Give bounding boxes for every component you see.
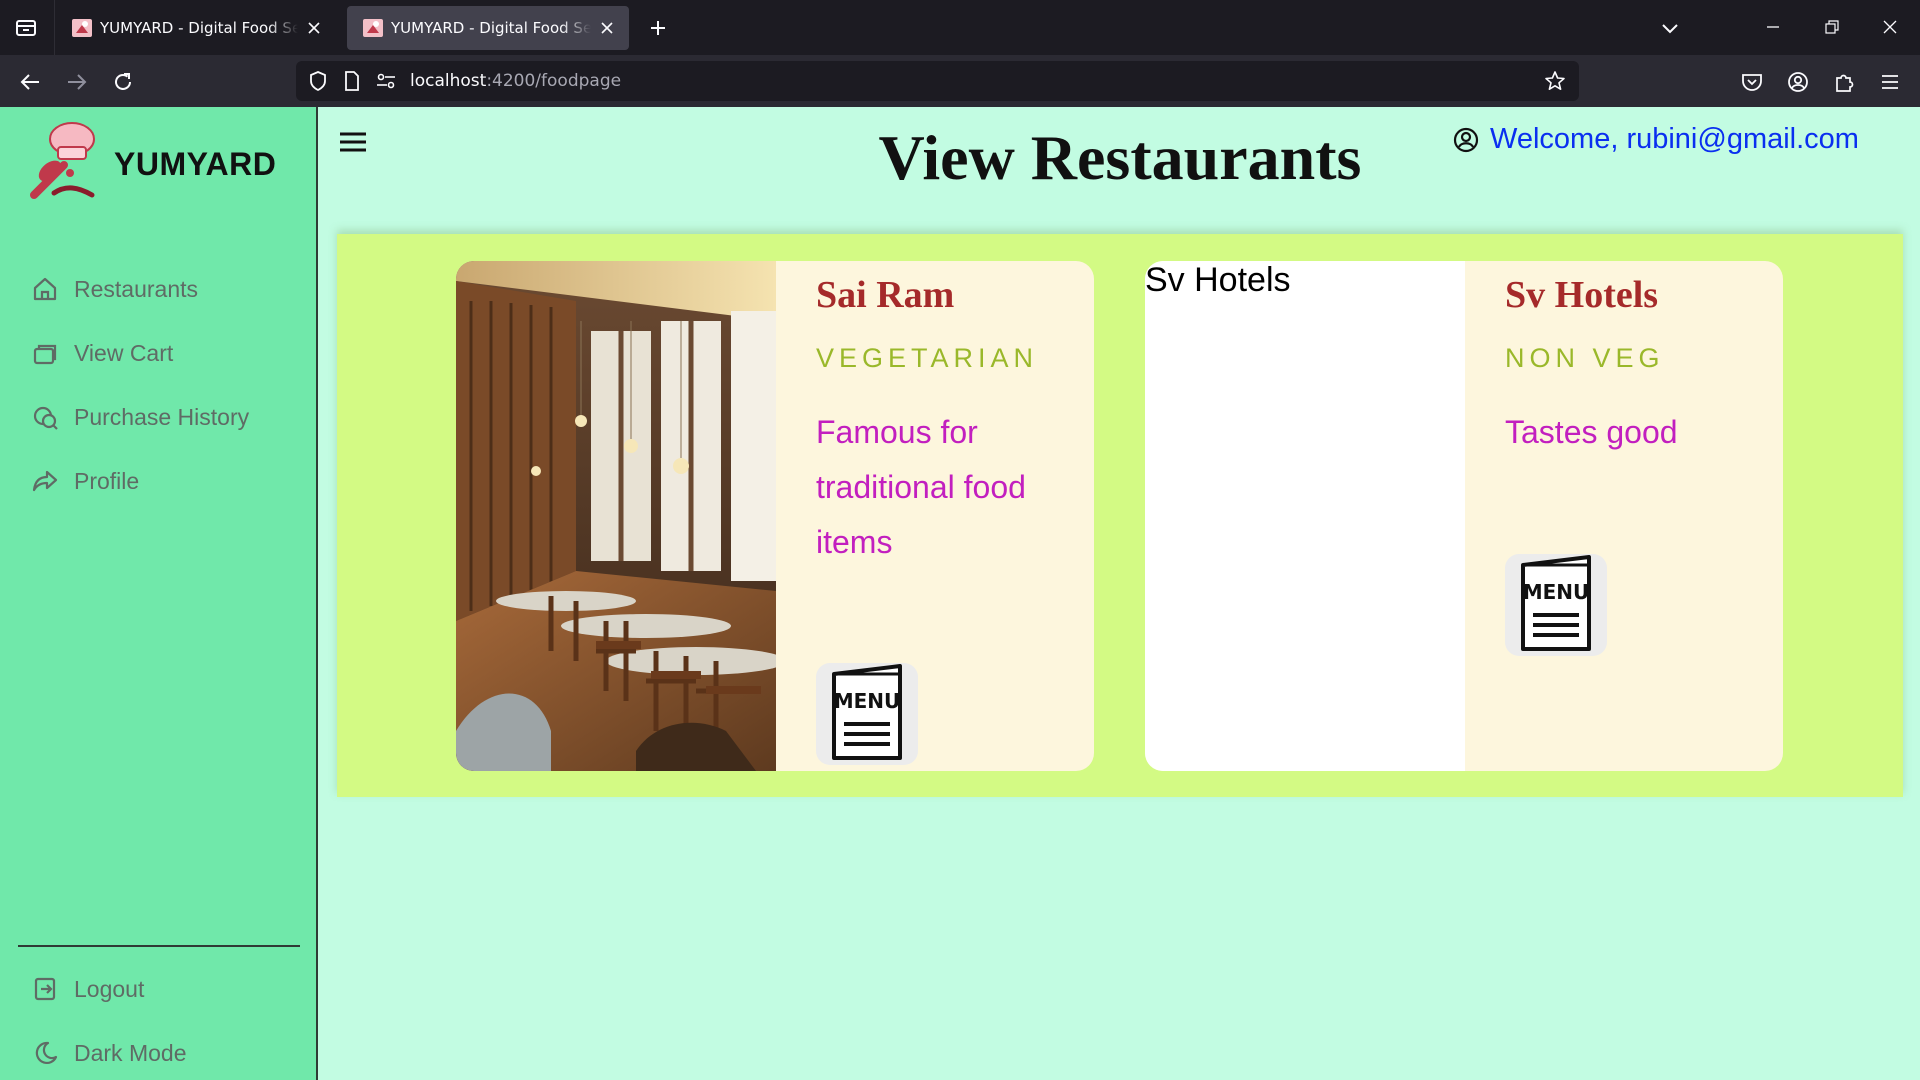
restaurant-details: Sai Ram VEGETARIAN Famous for traditiona… (816, 261, 1076, 771)
favicon-icon (72, 19, 92, 37)
page-title: View Restaurants (878, 122, 1362, 193)
browser-nav-bar: localhost:4200/foodpage (0, 55, 1920, 107)
tab-list-icon[interactable] (10, 14, 42, 42)
permissions-icon[interactable] (374, 69, 398, 93)
menu-icon-label: MENU (1523, 580, 1590, 604)
restaurant-type: VEGETARIAN (816, 343, 1039, 373)
cart-icon (30, 338, 60, 368)
account-icon[interactable] (1783, 67, 1813, 97)
tab-title: YUMYARD - Digital Food Service (391, 19, 591, 37)
extensions-icon[interactable] (1829, 67, 1859, 97)
hamburger-menu-icon[interactable] (1875, 67, 1905, 97)
history-icon (30, 402, 60, 432)
restaurants-list: Sai Ram VEGETARIAN Famous for traditiona… (337, 234, 1903, 797)
bookmark-star-icon[interactable] (1543, 69, 1567, 93)
browser-tab-2[interactable]: YUMYARD - Digital Food Service (347, 6, 629, 50)
welcome-user[interactable]: Welcome, rubini@gmail.com (1452, 123, 1859, 156)
restaurant-description: Famous for traditional food items (816, 414, 1026, 560)
user-circle-icon (1452, 126, 1480, 154)
sidebar-item-purchase-history[interactable]: Purchase History (30, 399, 249, 435)
restore-icon[interactable] (1817, 12, 1847, 42)
url-text: localhost:4200/foodpage (410, 71, 621, 91)
logout-icon (30, 974, 60, 1004)
home-icon (30, 274, 60, 304)
menu-button[interactable]: MENU (1505, 554, 1607, 656)
restaurant-image (456, 261, 776, 771)
restaurant-description: Tastes good (1505, 414, 1678, 450)
menu-icon-label: MENU (834, 689, 901, 713)
back-arrow-icon[interactable] (15, 67, 45, 97)
reload-icon[interactable] (108, 67, 138, 97)
pocket-icon[interactable] (1737, 67, 1767, 97)
shield-icon[interactable] (306, 69, 330, 93)
favicon-icon (363, 19, 383, 37)
forward-arrow-icon[interactable] (62, 67, 92, 97)
url-host: localhost (410, 71, 487, 91)
tab-separator (54, 0, 55, 55)
restaurant-name: Sai Ram (816, 274, 955, 316)
sidebar-divider (18, 945, 300, 947)
tab-title: YUMYARD - Digital Food Service (100, 19, 298, 37)
sidebar: YUMYARD Restaurants View Cart Purchase H… (0, 107, 318, 1080)
sidebar-item-dark-mode[interactable]: Dark Mode (30, 1035, 186, 1071)
share-icon (30, 466, 60, 496)
sidebar-item-logout[interactable]: Logout (30, 971, 144, 1007)
window-close-icon[interactable] (1875, 12, 1905, 42)
sidebar-item-label: Profile (74, 467, 140, 494)
browser-tab-1[interactable]: YUMYARD - Digital Food Service (56, 6, 336, 50)
restaurant-details: Sv Hotels NON VEG Tastes good MENU (1505, 261, 1765, 771)
restaurant-image: Sv Hotels (1145, 261, 1465, 771)
welcome-text: Welcome, rubini@gmail.com (1490, 123, 1859, 155)
chef-hat-logo-icon (26, 121, 100, 208)
sidebar-item-label: Purchase History (74, 403, 250, 430)
brand-logo[interactable]: YUMYARD (26, 119, 306, 209)
page-content: YUMYARD Restaurants View Cart Purchase H… (0, 107, 1920, 1080)
menu-button[interactable]: MENU (816, 663, 918, 765)
url-path: :4200/foodpage (486, 71, 622, 91)
menu-book-icon: MENU (828, 662, 906, 767)
moon-icon (30, 1038, 60, 1068)
page-icon[interactable] (340, 69, 364, 93)
chevron-down-icon[interactable] (1656, 14, 1684, 42)
restaurant-name: Sv Hotels (1505, 274, 1659, 316)
sidebar-item-label: Logout (74, 975, 145, 1002)
restaurant-type: NON VEG (1505, 343, 1665, 373)
sidebar-item-label: Dark Mode (74, 1039, 187, 1066)
image-alt-text: Sv Hotels (1145, 261, 1291, 299)
url-bar[interactable]: localhost:4200/foodpage (296, 61, 1579, 101)
sidebar-item-restaurants[interactable]: Restaurants (30, 271, 198, 307)
close-icon[interactable] (597, 18, 617, 38)
new-tab-plus-icon[interactable] (644, 14, 672, 42)
browser-tab-bar: YUMYARD - Digital Food Service YUMYARD -… (0, 0, 1920, 55)
sidebar-item-label: View Cart (74, 339, 174, 366)
sidebar-item-label: Restaurants (74, 275, 199, 302)
sidebar-item-profile[interactable]: Profile (30, 463, 139, 499)
close-icon[interactable] (304, 18, 324, 38)
menu-book-icon: MENU (1517, 553, 1595, 658)
brand-name: YUMYARD (114, 145, 277, 182)
restaurant-card[interactable]: Sai Ram VEGETARIAN Famous for traditiona… (456, 261, 1094, 771)
sidebar-item-view-cart[interactable]: View Cart (30, 335, 173, 371)
menu-toggle-icon[interactable] (338, 129, 368, 155)
restaurant-card[interactable]: Sv Hotels Sv Hotels NON VEG Tastes good … (1145, 261, 1783, 771)
minimize-icon[interactable] (1758, 12, 1788, 42)
